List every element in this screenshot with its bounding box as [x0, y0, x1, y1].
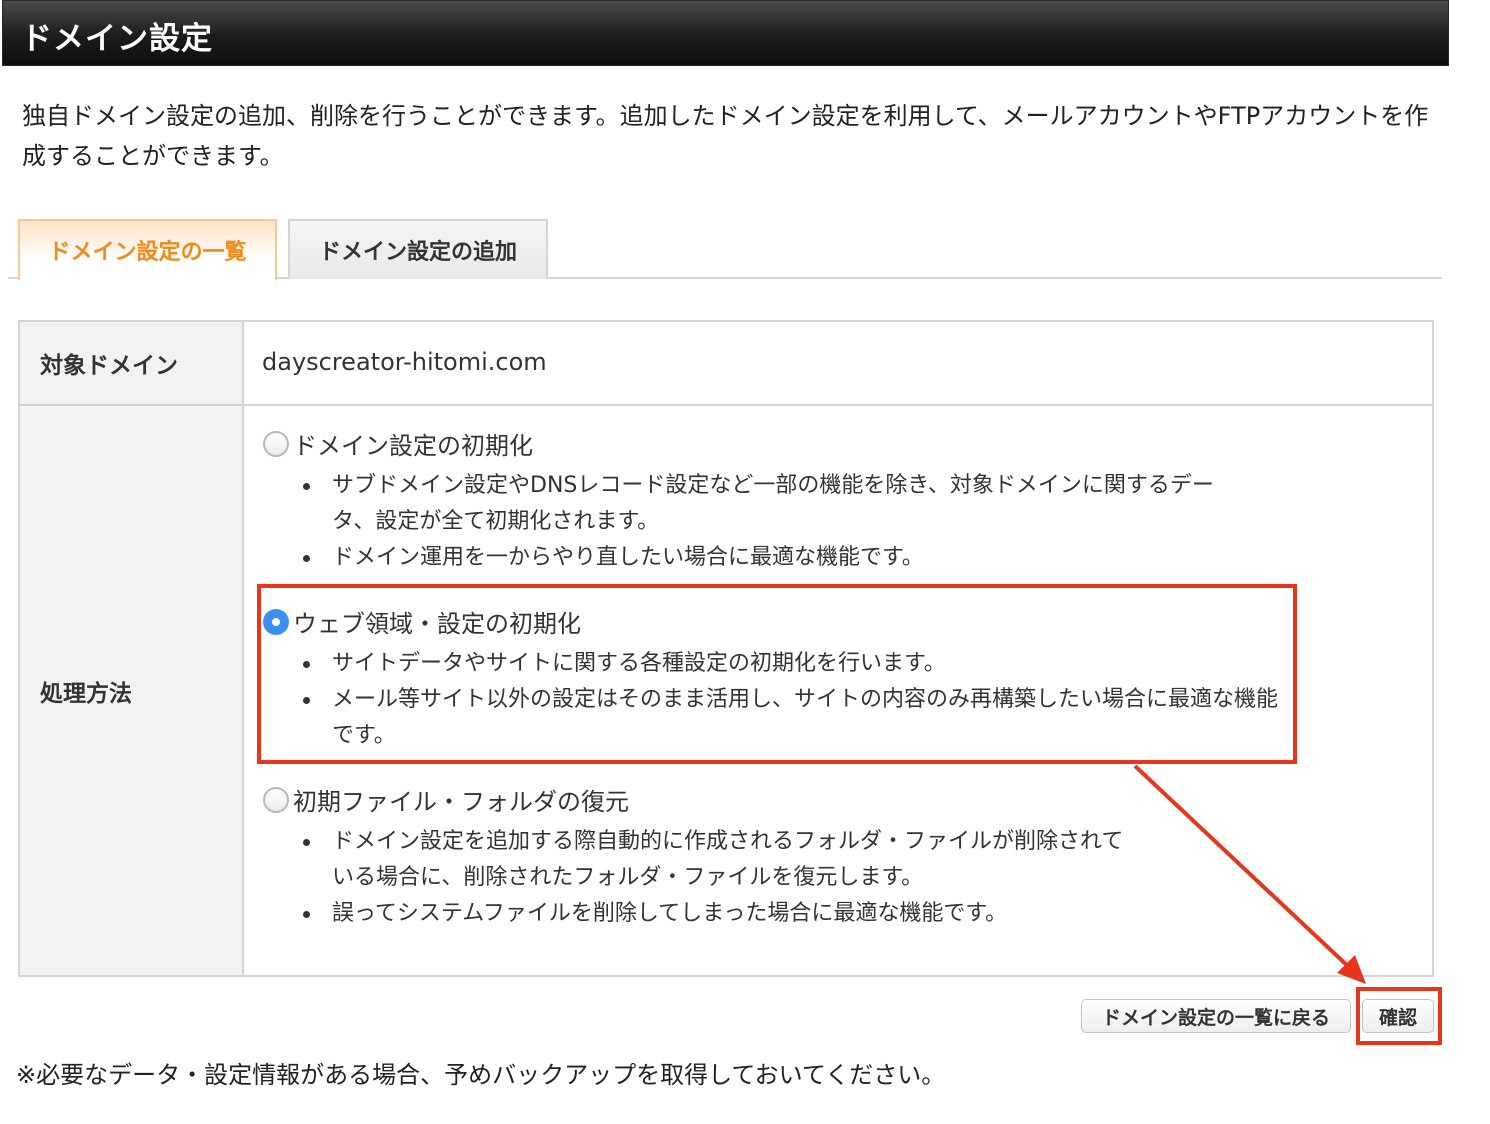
option-label: 初期ファイル・フォルダの復元 — [293, 788, 629, 816]
back-to-list-button[interactable]: ドメイン設定の一覧に戻る — [1081, 999, 1351, 1033]
option-domain-reset-notes: サブドメイン設定やDNSレコード設定など一部の機能を除き、対象ドメインに関するデ… — [300, 468, 1220, 576]
table-header-column — [20, 322, 244, 975]
method-label: 処理方法 — [40, 681, 132, 707]
list-item: ドメイン運用を一からやり直したい場合に最適な機能です。 — [300, 540, 1220, 576]
target-domain-value: dayscreator-hitomi.com — [262, 348, 547, 376]
confirm-button-highlight — [1356, 987, 1442, 1045]
footnote-text: ※必要なデータ・設定情報がある場合、予めバックアップを取得しておいてください。 — [16, 1061, 946, 1089]
option-domain-reset[interactable]: ドメイン設定の初期化 — [263, 426, 533, 461]
target-domain-label: 対象ドメイン — [40, 353, 178, 379]
tab-domain-add[interactable]: ドメイン設定の追加 — [288, 219, 548, 279]
option-restore-files[interactable]: 初期ファイル・フォルダの復元 — [263, 782, 629, 817]
option-restore-files-notes: ドメイン設定を追加する際自動的に作成されるフォルダ・ファイルが削除されている場合… — [300, 824, 1130, 932]
radio-button[interactable] — [263, 786, 289, 813]
selected-option-highlight — [257, 584, 1297, 764]
tab-domain-list[interactable]: ドメイン設定の一覧 — [18, 219, 277, 281]
intro-text: 独自ドメイン設定の追加、削除を行うことができます。追加したドメイン設定を利用して… — [22, 102, 1429, 170]
table-row-divider — [20, 404, 1432, 406]
radio-button[interactable] — [263, 430, 289, 457]
page-title: ドメイン設定 — [21, 21, 213, 57]
option-label: ドメイン設定の初期化 — [293, 432, 533, 460]
list-item: サブドメイン設定やDNSレコード設定など一部の機能を除き、対象ドメインに関するデ… — [300, 468, 1220, 540]
list-item: 誤ってシステムファイルを削除してしまった場合に最適な機能です。 — [300, 896, 1130, 932]
header-bar: ドメイン設定 — [2, 0, 1449, 66]
list-item: ドメイン設定を追加する際自動的に作成されるフォルダ・ファイルが削除されている場合… — [300, 824, 1130, 896]
domain-settings-page: ドメイン設定 独自ドメイン設定の追加、削除を行うことができます。追加したドメイン… — [0, 0, 1490, 1124]
